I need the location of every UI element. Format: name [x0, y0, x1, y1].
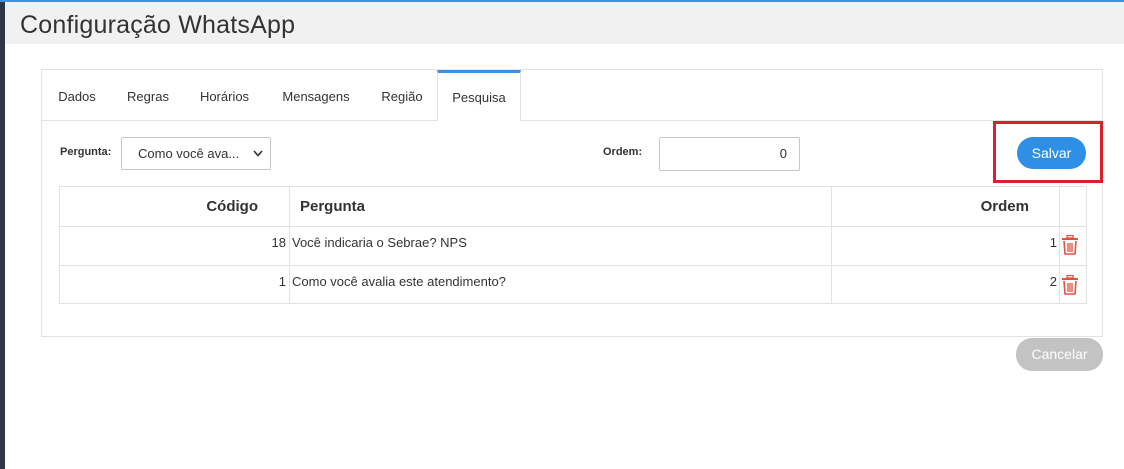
- tab-regras[interactable]: Regras: [112, 70, 184, 120]
- trash-icon[interactable]: [1061, 274, 1079, 295]
- tab-pesquisa[interactable]: Pesquisa: [437, 70, 521, 121]
- save-button[interactable]: Salvar: [1017, 137, 1086, 169]
- cancel-button[interactable]: Cancelar: [1016, 338, 1103, 371]
- tab-regiao[interactable]: Região: [367, 70, 437, 120]
- question-select-value: Como você ava...: [138, 146, 240, 161]
- page-title: Configuração WhatsApp: [20, 11, 296, 39]
- row-divider: [60, 226, 1086, 227]
- cell-order: 2: [1049, 274, 1057, 289]
- column-divider: [1059, 187, 1060, 303]
- trash-icon[interactable]: [1061, 234, 1079, 255]
- cell-order: 1: [1049, 235, 1057, 250]
- cell-question: Você indicaria o Sebrae? NPS: [292, 235, 467, 250]
- cell-code: 18: [271, 235, 286, 250]
- cell-question: Como você avalia este atendimento?: [292, 274, 506, 289]
- header-pergunta[interactable]: Pergunta: [300, 198, 600, 215]
- cell-code: 1: [278, 274, 286, 289]
- header-codigo[interactable]: Código: [60, 198, 258, 215]
- tab-horarios[interactable]: Horários: [184, 70, 265, 120]
- order-input[interactable]: 0: [659, 137, 800, 171]
- tab-dados[interactable]: Dados: [42, 70, 112, 120]
- row-divider: [60, 265, 1086, 266]
- left-sidebar-edge: [0, 2, 5, 469]
- column-divider: [289, 187, 290, 303]
- order-label: Ordem:: [603, 146, 643, 158]
- chevron-down-icon: [253, 138, 263, 182]
- header-ordem[interactable]: Ordem: [832, 198, 1029, 215]
- question-select[interactable]: Como você ava...: [121, 137, 271, 170]
- tab-bar: Dados Regras Horários Mensagens Região P…: [42, 70, 1102, 121]
- questions-table: Código Pergunta Ordem 18 Você indicaria …: [59, 186, 1087, 304]
- tab-mensagens[interactable]: Mensagens: [265, 70, 367, 120]
- question-label: Pergunta:: [60, 146, 112, 158]
